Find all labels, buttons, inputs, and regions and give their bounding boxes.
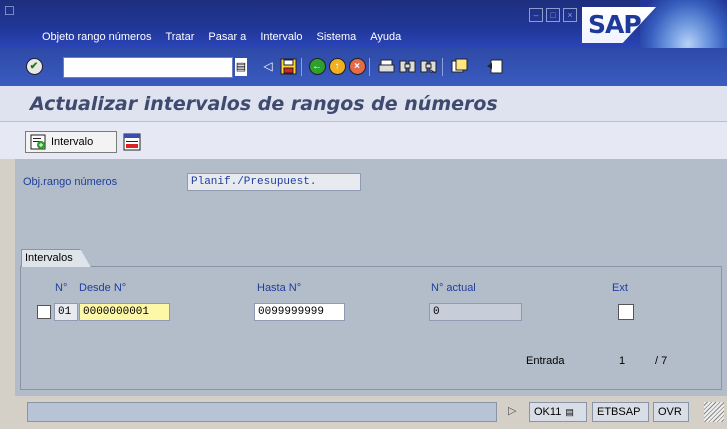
- col-header-hasta: Hasta N°: [257, 282, 302, 294]
- status-bar: ▷ OK11 ▤ ETBSAP OVR: [0, 399, 727, 429]
- menu-tratar[interactable]: Tratar: [165, 31, 194, 43]
- delete-interval-button[interactable]: [121, 131, 143, 153]
- col-header-no: N°: [55, 282, 68, 294]
- close-icon[interactable]: ×: [563, 8, 577, 22]
- status-message-area: [27, 402, 497, 422]
- col-header-desde: Desde N°: [79, 282, 127, 294]
- menu-ayuda[interactable]: Ayuda: [370, 31, 401, 43]
- menu: Objeto rango números Tratar Pasar a Inte…: [42, 31, 415, 43]
- ext-checkbox[interactable]: [618, 304, 634, 320]
- system-toolbar: ✔ ▤ ◁ ← ↑ ×: [0, 48, 727, 86]
- page-title: Actualizar intervalos de rangos de númer…: [30, 93, 498, 115]
- system-field: ETBSAP: [592, 402, 649, 422]
- toolbar-separator: [301, 58, 302, 76]
- toolbar-separator: [442, 58, 443, 76]
- save-icon[interactable]: [278, 56, 298, 76]
- menu-intervalo[interactable]: Intervalo: [260, 31, 302, 43]
- add-interval-icon: [30, 134, 46, 150]
- mode-field: OVR: [653, 402, 689, 422]
- command-field[interactable]: [63, 57, 233, 78]
- minimize-icon[interactable]: –: [529, 8, 543, 22]
- transaction-code: OK11: [534, 406, 562, 418]
- menu-bar: ☐ Objeto rango números Tratar Pasar a In…: [0, 0, 727, 98]
- shortcut-icon[interactable]: [484, 56, 504, 76]
- toolbar-separator: [369, 58, 370, 76]
- application-toolbar: Intervalo: [0, 122, 727, 159]
- menu-objeto-rango[interactable]: Objeto rango números: [42, 31, 151, 43]
- resize-grip[interactable]: [704, 402, 724, 422]
- exit-icon[interactable]: ↑: [327, 56, 347, 76]
- entrada-total: / 7: [655, 355, 668, 367]
- intervalos-group-title: Intervalos: [21, 249, 91, 267]
- create-session-icon[interactable]: [449, 56, 469, 76]
- intervalos-group: Intervalos N° Desde N° Hasta N° N° actua…: [20, 249, 722, 390]
- obj-rango-label: Obj.rango números: [23, 176, 118, 188]
- find-icon[interactable]: [397, 56, 417, 76]
- main-content: Obj.rango números Planif./Presupuest. In…: [15, 159, 727, 396]
- find-next-icon[interactable]: [418, 56, 438, 76]
- print-icon[interactable]: [376, 56, 396, 76]
- row-select-checkbox[interactable]: [37, 305, 51, 319]
- title-area: Actualizar intervalos de rangos de númer…: [0, 86, 727, 122]
- menu-pasar-a[interactable]: Pasar a: [208, 31, 246, 43]
- app-menu-icon[interactable]: ☐: [4, 4, 20, 18]
- intervalo-button-label: Intervalo: [51, 136, 94, 148]
- entrada-current: 1: [619, 355, 626, 367]
- hasta-field[interactable]: 0099999999: [254, 303, 345, 321]
- col-header-actual: N° actual: [431, 282, 476, 294]
- actual-field: 0: [429, 303, 522, 321]
- window-controls: – □ ×: [529, 8, 577, 22]
- desde-field[interactable]: 0000000001: [79, 303, 170, 321]
- row-no: 01: [54, 303, 78, 321]
- transaction-field: OK11 ▤: [529, 402, 587, 422]
- status-toggle-icon[interactable]: ▷: [508, 404, 516, 417]
- scroll-left-icon[interactable]: ◁: [258, 56, 278, 76]
- col-header-ext: Ext: [612, 282, 628, 294]
- back-icon[interactable]: ←: [307, 56, 327, 76]
- command-history-icon[interactable]: ▤: [235, 58, 247, 76]
- entrada-label: Entrada: [526, 355, 565, 367]
- intervalo-button[interactable]: Intervalo: [25, 131, 117, 153]
- menu-sistema[interactable]: Sistema: [317, 31, 357, 43]
- cancel-icon[interactable]: ×: [347, 56, 367, 76]
- maximize-icon[interactable]: □: [546, 8, 560, 22]
- enter-icon[interactable]: ✔: [24, 56, 44, 76]
- obj-rango-value: Planif./Presupuest.: [187, 173, 361, 191]
- delete-interval-icon: [123, 133, 141, 151]
- transaction-list-icon[interactable]: ▤: [565, 407, 574, 418]
